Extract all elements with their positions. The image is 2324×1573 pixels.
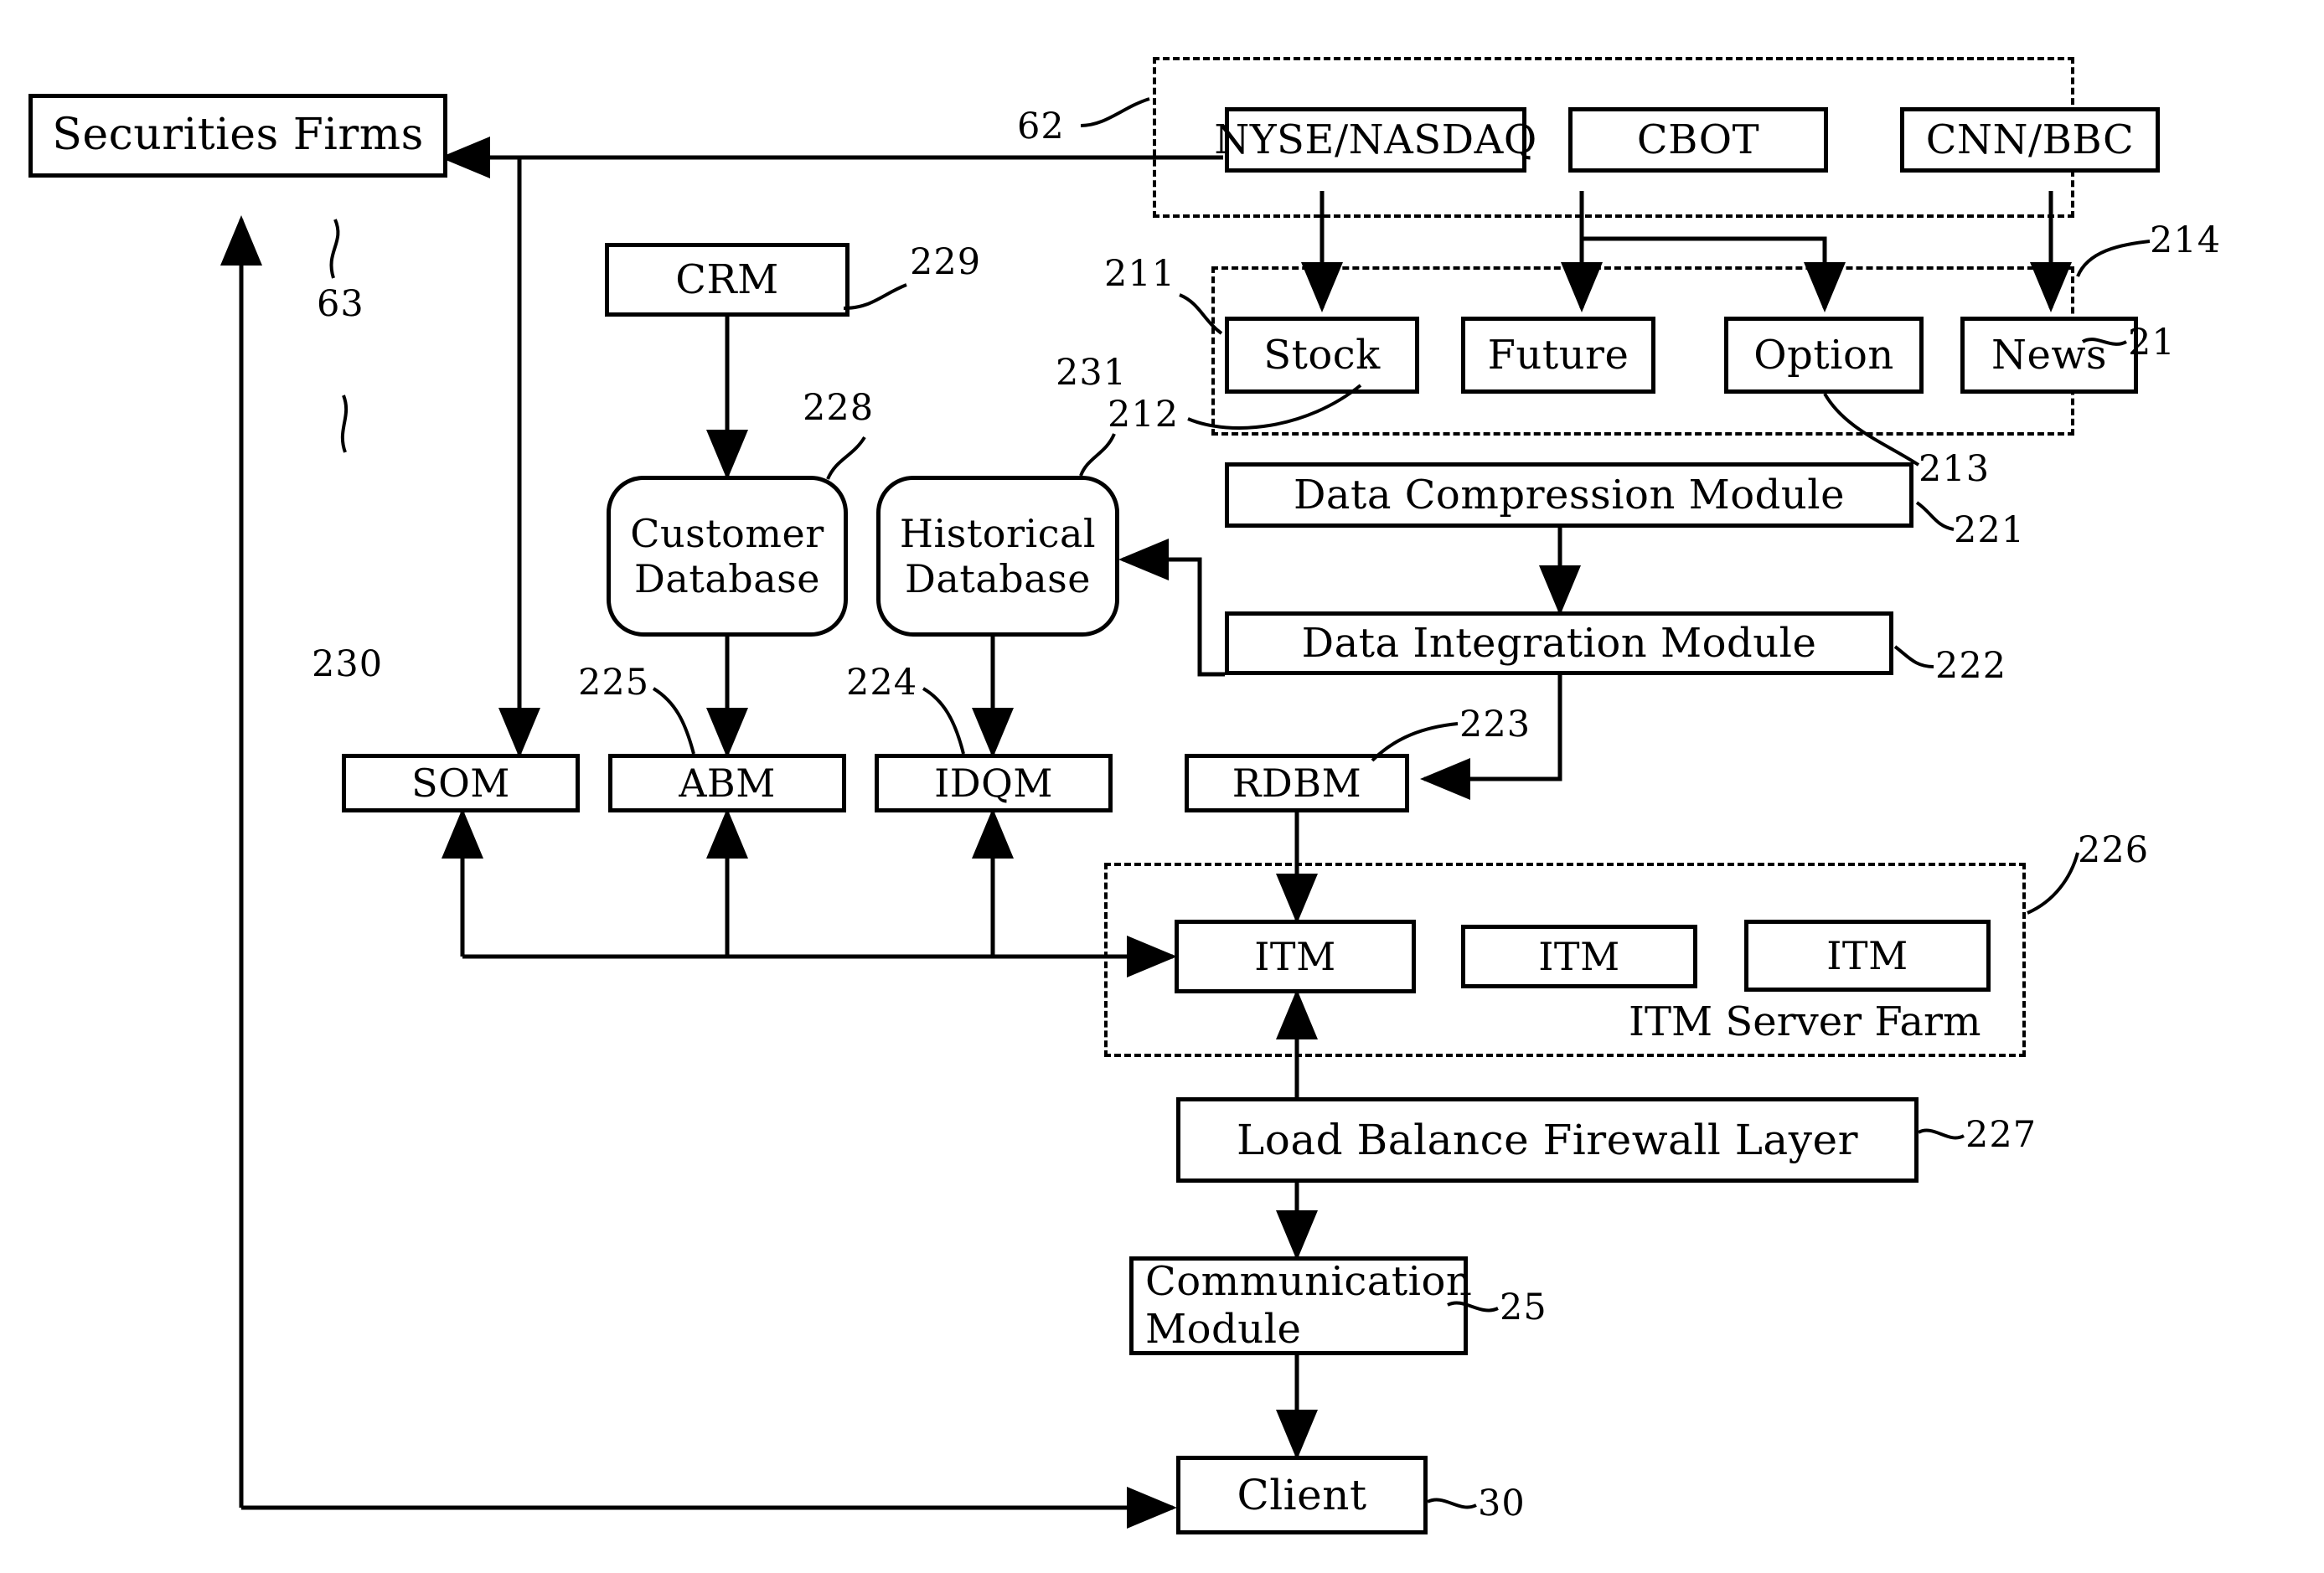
ref-25: 25 <box>1500 1287 1547 1328</box>
node-nyse-nasdaq[interactable]: NYSE/NASDAQ <box>1214 107 1536 173</box>
ref-231-label: 231 <box>1056 352 1128 394</box>
ref-226-label: 226 <box>2078 829 2150 871</box>
node-future-label: Future <box>1487 331 1629 379</box>
node-itm-2-label: ITM <box>1538 933 1620 979</box>
node-data-integration-module-label: Data Integration Module <box>1301 619 1817 667</box>
ref-214: 214 <box>2150 219 2221 261</box>
node-crm[interactable]: CRM <box>605 243 850 317</box>
node-client[interactable]: Client <box>1176 1456 1428 1534</box>
ref-224: 224 <box>846 662 917 704</box>
node-stock[interactable]: Stock <box>1225 317 1419 394</box>
node-data-compression-module-label: Data Compression Module <box>1293 471 1846 518</box>
ref-213-label: 213 <box>1919 448 1991 490</box>
node-abm[interactable]: ABM <box>608 754 846 812</box>
ref-30: 30 <box>1478 1483 1526 1524</box>
node-cnn-bbc-label: CNN/BBC <box>1925 116 2135 163</box>
ref-230: 230 <box>312 643 383 685</box>
ref-227: 227 <box>1965 1114 2037 1156</box>
node-securities-firms[interactable]: Securities Firms <box>28 94 447 178</box>
node-itm-1[interactable]: ITM <box>1175 920 1416 993</box>
node-nyse-nasdaq-label: NYSE/NASDAQ <box>1214 116 1537 163</box>
ref-221-label: 221 <box>1954 509 2026 551</box>
ref-212: 212 <box>1108 394 1179 436</box>
ref-230-label: 230 <box>312 643 384 685</box>
node-communication-module-line2: Module <box>1145 1306 1302 1353</box>
ref-25-label: 25 <box>1500 1287 1547 1328</box>
node-stock-label: Stock <box>1263 331 1381 379</box>
ref-229: 229 <box>910 241 981 283</box>
ref-21: 21 <box>2128 322 2176 364</box>
node-som-label: SOM <box>411 760 510 806</box>
ref-225-label: 225 <box>578 662 650 704</box>
patent-diagram-canvas: Securities Firms (long horizontal, left … <box>0 0 2324 1573</box>
node-itm-2[interactable]: ITM <box>1461 925 1697 988</box>
node-securities-firms-label: Securities Firms <box>52 110 424 161</box>
node-communication-module[interactable]: Communication Module <box>1129 1256 1472 1355</box>
node-historical-database[interactable]: Historical Database <box>876 476 1119 637</box>
node-client-label: Client <box>1237 1470 1367 1519</box>
node-customer-database[interactable]: Customer Database <box>607 476 848 637</box>
wire-integration-to-historical-db <box>1118 539 1225 677</box>
node-historical-database-line1: Historical <box>899 510 1097 556</box>
ref-212-label: 212 <box>1108 394 1180 436</box>
ref-62-label: 62 <box>1017 106 1065 147</box>
node-idqm-label: IDQM <box>934 760 1053 806</box>
ref-224-label: 224 <box>846 662 918 704</box>
ref-62: 62 <box>1017 106 1065 147</box>
ref-30-label: 30 <box>1478 1483 1526 1524</box>
node-data-compression-module[interactable]: Data Compression Module <box>1225 462 1913 528</box>
itm-server-farm-caption: ITM Server Farm <box>1629 998 1981 1045</box>
ref-211-label: 211 <box>1104 253 1176 295</box>
ref-222-label: 222 <box>1935 645 2007 687</box>
ref-225: 225 <box>578 662 649 704</box>
node-news[interactable]: News <box>1960 317 2138 394</box>
node-option[interactable]: Option <box>1724 317 1924 394</box>
node-data-integration-module[interactable]: Data Integration Module <box>1225 611 1893 675</box>
ref-63: 63 <box>317 283 364 325</box>
node-itm-1-label: ITM <box>1254 933 1336 979</box>
ref-228: 228 <box>803 387 874 429</box>
ref-231: 231 <box>1056 352 1127 394</box>
node-historical-database-line2: Database <box>905 556 1091 601</box>
node-cnn-bbc[interactable]: CNN/BBC <box>1900 107 2160 173</box>
ref-227-label: 227 <box>1965 1114 2037 1156</box>
ref-21-label: 21 <box>2128 322 2176 364</box>
node-customer-database-line2: Database <box>634 556 820 601</box>
ref-214-label: 214 <box>2150 219 2222 261</box>
ref-213: 213 <box>1919 448 1990 490</box>
ref-211: 211 <box>1104 253 1175 295</box>
node-cbot[interactable]: CBOT <box>1568 107 1828 173</box>
node-rdbm[interactable]: RDBM <box>1185 754 1409 812</box>
itm-server-farm-caption-label: ITM Server Farm <box>1629 998 1981 1045</box>
node-idqm[interactable]: IDQM <box>875 754 1113 812</box>
node-future[interactable]: Future <box>1461 317 1655 394</box>
node-news-label: News <box>1991 331 2108 379</box>
ref-226: 226 <box>2078 829 2149 871</box>
node-communication-module-line1: Communication <box>1145 1258 1473 1306</box>
node-itm-3-label: ITM <box>1826 932 1908 978</box>
node-itm-3[interactable]: ITM <box>1744 920 1991 992</box>
ref-222: 222 <box>1935 645 2006 687</box>
node-option-label: Option <box>1753 331 1894 379</box>
node-load-balance-firewall-layer-label: Load Balance Firewall Layer <box>1237 1115 1858 1164</box>
ref-228-label: 228 <box>803 387 875 429</box>
node-crm-label: CRM <box>675 255 779 303</box>
node-customer-database-line1: Customer <box>630 510 824 556</box>
node-abm-label: ABM <box>679 760 776 806</box>
ref-63-label: 63 <box>317 283 364 325</box>
ref-223: 223 <box>1459 704 1531 745</box>
node-cbot-label: CBOT <box>1636 116 1760 163</box>
node-rdbm-label: RDBM <box>1232 760 1362 806</box>
ref-221: 221 <box>1954 509 2025 551</box>
ref-229-label: 229 <box>910 241 982 283</box>
ref-223-label: 223 <box>1459 704 1531 745</box>
node-som[interactable]: SOM <box>342 754 580 812</box>
node-load-balance-firewall-layer[interactable]: Load Balance Firewall Layer <box>1176 1097 1919 1183</box>
